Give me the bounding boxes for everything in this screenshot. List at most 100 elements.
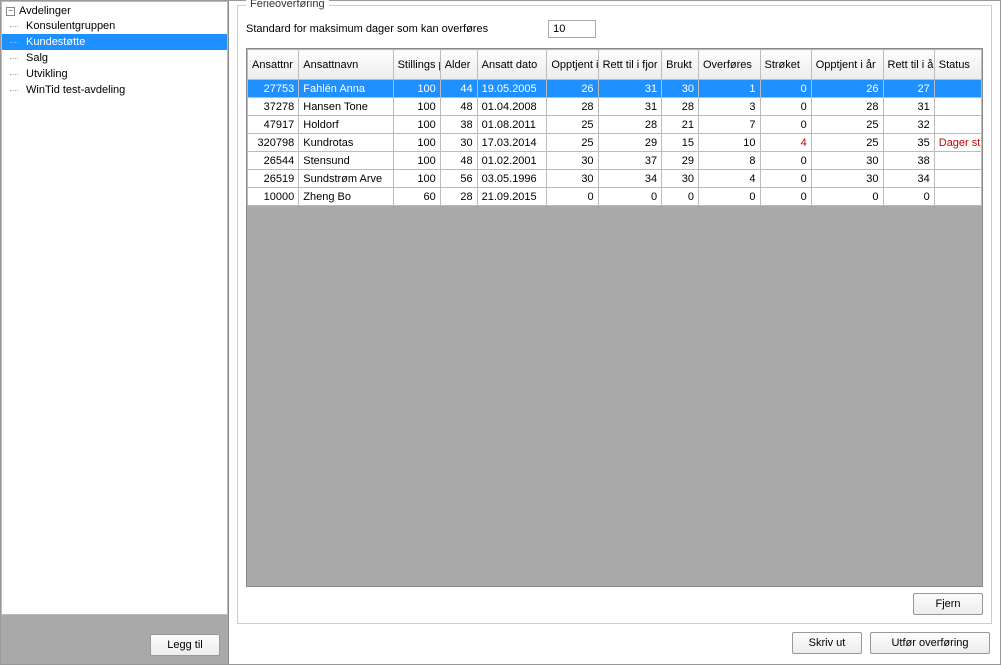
cell[interactable]: 26519 [248,170,299,188]
cell[interactable] [934,152,981,170]
cell[interactable]: 21.09.2015 [477,188,547,206]
table-row[interactable]: 27753Fahlén Anna1004419.05.2005263130102… [248,80,982,98]
table-row[interactable]: 320798Kundrotas1003017.03.20142529151042… [248,134,982,152]
cell[interactable]: 26544 [248,152,299,170]
cell[interactable]: 30 [547,152,598,170]
cell[interactable]: Sundstrøm Arve [299,170,393,188]
cell[interactable]: 32 [883,116,934,134]
cell[interactable]: 47917 [248,116,299,134]
tree-root-item[interactable]: − Avdelinger [2,4,227,18]
cell[interactable]: 28 [662,98,699,116]
cell[interactable]: 19.05.2005 [477,80,547,98]
cell[interactable]: 0 [760,116,811,134]
column-header[interactable]: Alder [440,50,477,80]
column-header[interactable]: Overføres [699,50,761,80]
cell[interactable]: 03.05.1996 [477,170,547,188]
cell[interactable]: 60 [393,188,440,206]
cell[interactable]: 25 [547,116,598,134]
cell[interactable]: 29 [662,152,699,170]
cell[interactable]: 0 [760,188,811,206]
cell[interactable]: 38 [440,116,477,134]
cell[interactable]: 27 [883,80,934,98]
tree-item[interactable]: Salg [2,50,227,66]
tree-item[interactable]: Kundestøtte [2,34,227,50]
cell[interactable]: 0 [760,152,811,170]
cell[interactable]: 01.02.2001 [477,152,547,170]
column-header[interactable]: Rett til i år [883,50,934,80]
cell[interactable]: 0 [760,170,811,188]
cell[interactable]: 25 [811,116,883,134]
cell[interactable]: 30 [662,170,699,188]
cell[interactable]: 0 [547,188,598,206]
cell[interactable]: 15 [662,134,699,152]
column-header[interactable]: Ansatt dato [477,50,547,80]
tree-collapse-icon[interactable]: − [6,7,15,16]
print-button[interactable]: Skriv ut [792,632,862,654]
cell[interactable]: 44 [440,80,477,98]
cell[interactable]: 37278 [248,98,299,116]
cell[interactable]: 100 [393,170,440,188]
cell[interactable]: 100 [393,80,440,98]
cell[interactable]: 48 [440,98,477,116]
add-button[interactable]: Legg til [150,634,220,656]
cell[interactable]: 0 [662,188,699,206]
cell[interactable]: 30 [811,170,883,188]
cell[interactable]: 34 [883,170,934,188]
cell[interactable]: 17.03.2014 [477,134,547,152]
cell[interactable]: 48 [440,152,477,170]
table-row[interactable]: 26544Stensund1004801.02.2001303729803038 [248,152,982,170]
table-row[interactable]: 37278Hansen Tone1004801.04.2008283128302… [248,98,982,116]
cell[interactable]: 100 [393,134,440,152]
cell[interactable]: 30 [440,134,477,152]
cell[interactable]: 4 [760,134,811,152]
execute-transfer-button[interactable]: Utfør overføring [870,632,990,654]
cell[interactable]: 30 [547,170,598,188]
cell[interactable]: 0 [811,188,883,206]
cell[interactable]: 0 [760,98,811,116]
cell[interactable]: Holdorf [299,116,393,134]
column-header[interactable]: Strøket [760,50,811,80]
cell[interactable]: 30 [811,152,883,170]
cell[interactable]: 37 [598,152,662,170]
cell[interactable]: 320798 [248,134,299,152]
cell[interactable]: 25 [811,134,883,152]
cell[interactable]: 1 [699,80,761,98]
data-grid[interactable]: AnsattnrAnsattnavnStillings prosentAlder… [246,48,983,587]
cell[interactable]: Hansen Tone [299,98,393,116]
cell[interactable] [934,80,981,98]
tree-item[interactable]: WinTid test-avdeling [2,82,227,98]
cell[interactable]: 01.08.2011 [477,116,547,134]
cell[interactable]: 38 [883,152,934,170]
cell[interactable]: 21 [662,116,699,134]
cell[interactable]: 30 [662,80,699,98]
column-header[interactable]: Stillings prosent [393,50,440,80]
cell[interactable]: 31 [883,98,934,116]
max-days-input[interactable] [548,20,596,38]
cell[interactable]: 8 [699,152,761,170]
cell[interactable]: 27753 [248,80,299,98]
cell[interactable]: 28 [811,98,883,116]
cell[interactable]: 0 [598,188,662,206]
cell[interactable] [934,188,981,206]
cell[interactable]: 28 [598,116,662,134]
cell[interactable]: 31 [598,80,662,98]
cell[interactable]: 28 [440,188,477,206]
cell[interactable]: 26 [547,80,598,98]
column-header[interactable]: Status [934,50,981,80]
column-header[interactable]: Opptjent i fjor [547,50,598,80]
cell[interactable]: 34 [598,170,662,188]
cell[interactable]: Kundrotas [299,134,393,152]
cell[interactable]: 7 [699,116,761,134]
cell[interactable]: 100 [393,152,440,170]
cell[interactable]: 100 [393,116,440,134]
cell[interactable]: 0 [699,188,761,206]
cell[interactable]: 25 [547,134,598,152]
cell[interactable]: 56 [440,170,477,188]
cell[interactable]: Zheng Bo [299,188,393,206]
cell[interactable]: 26 [811,80,883,98]
table-row[interactable]: 47917Holdorf1003801.08.2011252821702532 [248,116,982,134]
cell[interactable]: 01.04.2008 [477,98,547,116]
cell[interactable] [934,116,981,134]
table-row[interactable]: 26519Sundstrøm Arve1005603.05.1996303430… [248,170,982,188]
remove-button[interactable]: Fjern [913,593,983,615]
